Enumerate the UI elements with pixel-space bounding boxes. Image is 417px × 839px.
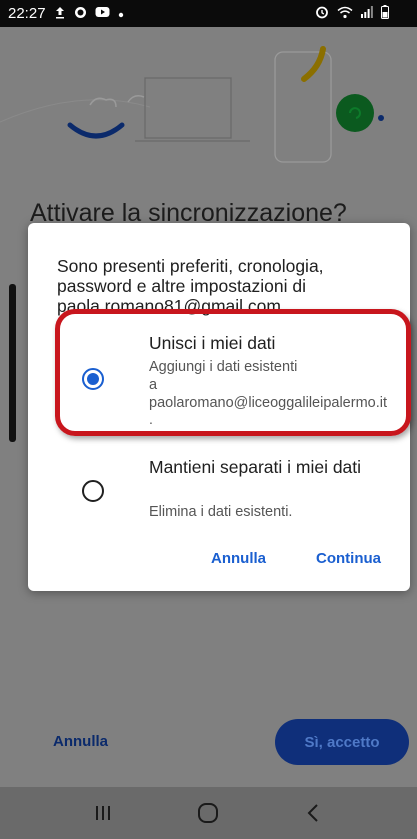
edge-panel-handle[interactable]	[9, 284, 16, 442]
alarm-icon	[315, 5, 329, 22]
keep-separate-option[interactable]: Mantieni separati i miei dati Elimina i …	[28, 457, 410, 527]
battery-icon	[381, 5, 389, 22]
sync-illustration	[0, 46, 384, 163]
signal-icon	[361, 6, 373, 21]
wifi-icon	[337, 6, 353, 22]
status-bar: 22:27	[0, 0, 417, 27]
cancel-button[interactable]: Annulla	[211, 550, 266, 567]
status-time: 22:27	[8, 5, 46, 22]
whatsapp-icon	[74, 6, 87, 22]
back-icon[interactable]	[294, 793, 334, 833]
dialog-message: Sono presenti preferiti, cronologia, pas…	[57, 256, 324, 316]
separate-option-description: Elimina i dati esistenti.	[149, 504, 293, 520]
dialog-actions: Annulla Continua	[28, 543, 410, 579]
youtube-icon	[95, 6, 110, 21]
dot-icon	[118, 6, 124, 21]
upload-icon	[54, 6, 66, 22]
separate-radio-button[interactable]	[82, 480, 104, 502]
background-accept-button[interactable]: Sì, accetto	[275, 719, 409, 765]
background-cancel-button[interactable]: Annulla	[53, 733, 108, 750]
navigation-bar	[0, 787, 417, 839]
highlight-annotation	[55, 309, 411, 436]
recent-apps-icon[interactable]	[83, 793, 123, 833]
separate-option-title: Mantieni separati i miei dati	[149, 457, 362, 477]
continue-button[interactable]: Continua	[316, 550, 381, 567]
home-icon[interactable]	[188, 793, 228, 833]
